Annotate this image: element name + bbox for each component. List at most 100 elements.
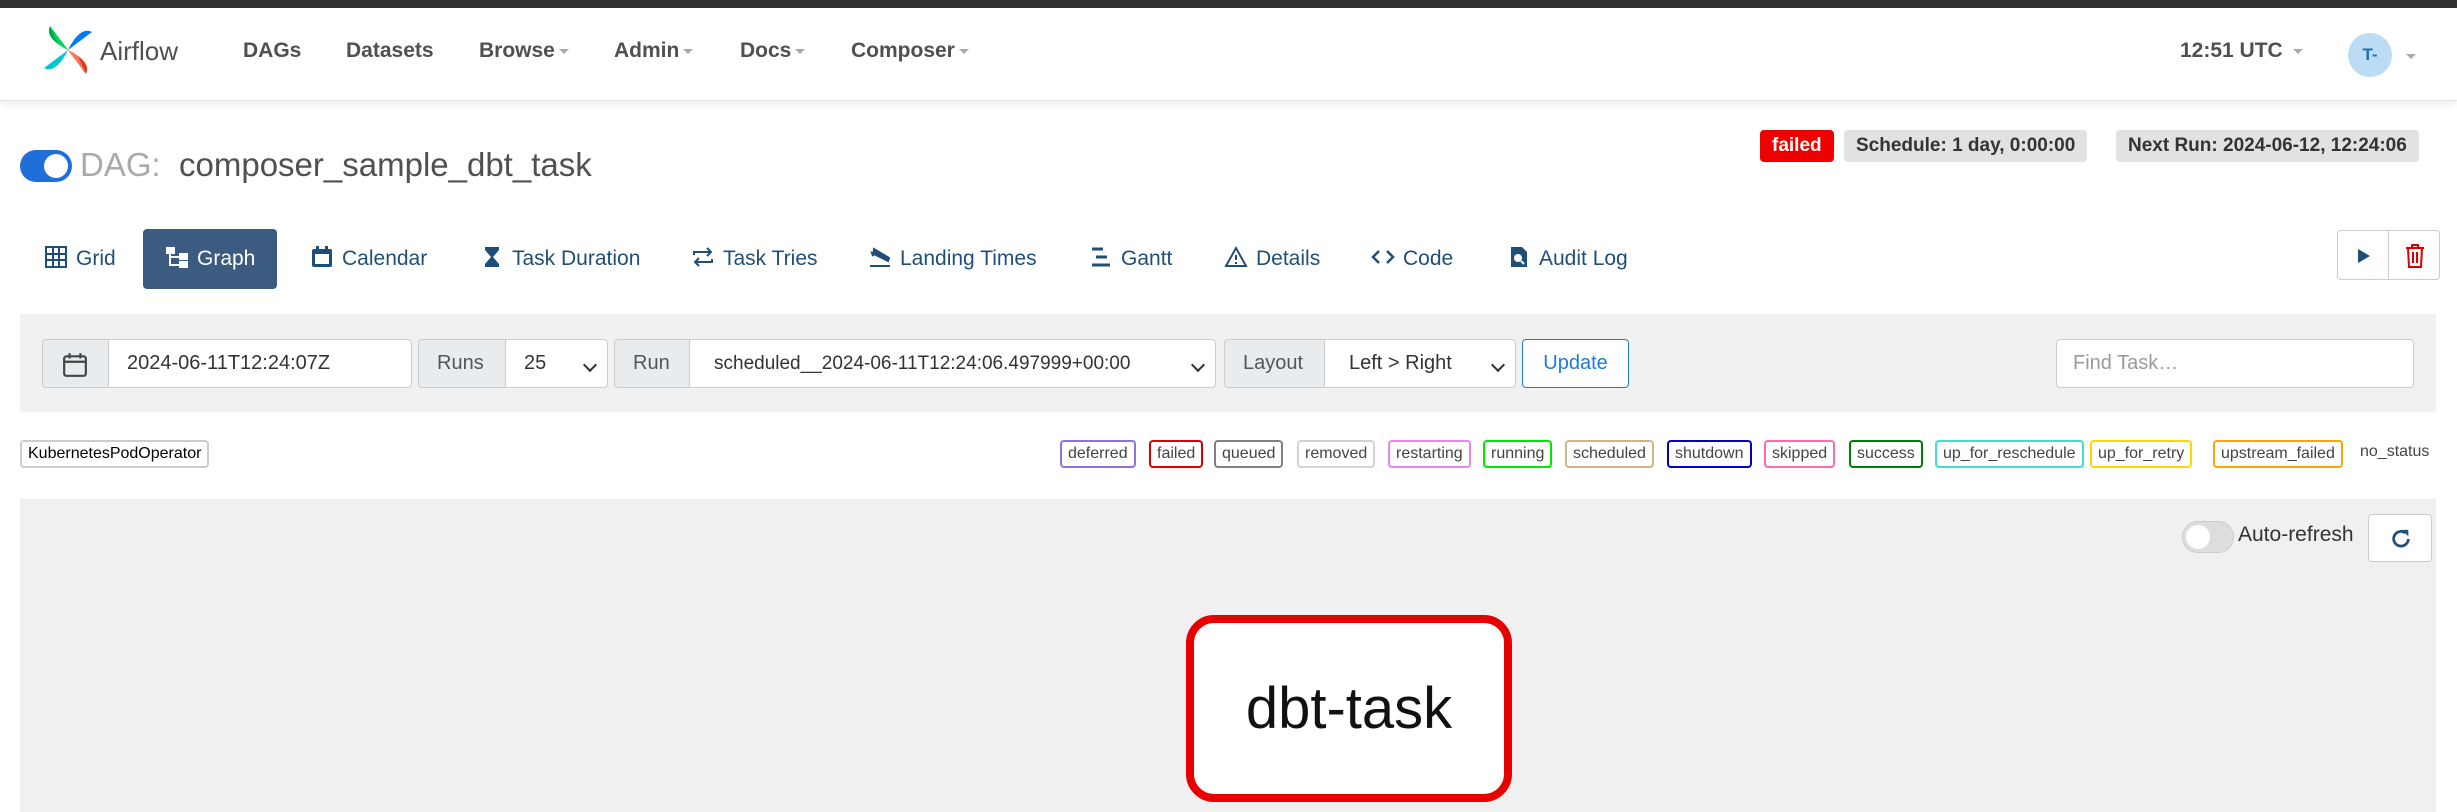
tab-landing-times[interactable]: Landing Times — [868, 229, 1037, 289]
nav-browse[interactable]: Browse — [479, 39, 569, 63]
tab-task-tries-label: Task Tries — [723, 247, 818, 270]
repeat-icon — [693, 247, 713, 268]
runs-select[interactable]: 25 — [505, 339, 608, 388]
nav-admin-label: Admin — [614, 39, 680, 62]
legend-item-scheduled[interactable]: scheduled — [1565, 440, 1654, 468]
tab-grid[interactable]: Grid — [44, 229, 116, 289]
legend-item-shutdown[interactable]: shutdown — [1667, 440, 1752, 468]
tab-calendar-label: Calendar — [342, 247, 428, 270]
file-search-icon — [1511, 247, 1527, 268]
tab-audit-log[interactable]: Audit Log — [1507, 229, 1628, 289]
gantt-icon — [1092, 247, 1110, 267]
chevron-down-icon — [582, 357, 598, 373]
legend-item-up-for-retry[interactable]: up_for_retry — [2090, 440, 2193, 468]
tab-landing-times-label: Landing Times — [900, 247, 1037, 270]
legend-item-running[interactable]: running — [1483, 440, 1553, 468]
nav-docs[interactable]: Docs — [740, 39, 806, 63]
runs-value: 25 — [524, 352, 547, 374]
nav-docs-label: Docs — [740, 39, 792, 62]
top-strip — [0, 0, 2457, 8]
tab-graph-label: Graph — [197, 247, 256, 270]
calendar-icon — [63, 353, 87, 377]
run-value: scheduled__2024-06-11T12:24:06.497999+00… — [714, 353, 1131, 374]
schedule-badge: Schedule: 1 day, 0:00:00 — [1844, 130, 2088, 162]
nav-composer[interactable]: Composer — [851, 39, 969, 63]
run-select[interactable]: scheduled__2024-06-11T12:24:06.497999+00… — [689, 339, 1216, 388]
trigger-dag-button[interactable] — [2337, 230, 2389, 280]
chevron-down-icon — [958, 48, 969, 54]
refresh-button[interactable] — [2368, 514, 2432, 562]
legend-item-skipped[interactable]: skipped — [1764, 440, 1836, 468]
legend-item-removed[interactable]: removed — [1297, 440, 1376, 468]
tab-calendar[interactable]: Calendar — [310, 229, 427, 289]
clock-label: 12:51 UTC — [2180, 39, 2283, 62]
tab-grid-label: Grid — [76, 247, 116, 270]
next-run-badge: Next Run: 2024-06-12, 12:24:06 — [2116, 130, 2419, 162]
nav-dags[interactable]: DAGs — [243, 39, 301, 63]
tab-gantt-label: Gantt — [1121, 247, 1173, 270]
utc-clock[interactable]: 12:51 UTC — [2180, 39, 2303, 63]
date-picker-button[interactable] — [42, 339, 109, 388]
legend-item-upstream-failed[interactable]: upstream_failed — [2213, 440, 2343, 468]
dag-pause-toggle[interactable] — [20, 150, 72, 182]
nav-datasets[interactable]: Datasets — [346, 39, 434, 63]
chevron-down-icon — [2292, 48, 2303, 54]
chevron-down-icon — [683, 48, 694, 54]
trash-icon — [2406, 244, 2424, 268]
hourglass-icon — [485, 247, 499, 268]
legend-item-up-for-reschedule[interactable]: up_for_reschedule — [1935, 440, 2084, 468]
layout-select[interactable]: Left > Right — [1324, 339, 1516, 388]
tab-graph[interactable]: Graph — [143, 229, 278, 289]
plane-landing-icon — [870, 247, 891, 268]
legend-no-status: no_status — [2360, 443, 2430, 460]
nav-composer-label: Composer — [851, 39, 955, 62]
tab-task-tries[interactable]: Task Tries — [691, 229, 818, 289]
legend-item-deferred[interactable]: deferred — [1060, 440, 1136, 468]
dag-prefix: DAG: — [80, 146, 161, 183]
warning-triangle-icon — [1224, 246, 1248, 268]
dag-title: composer_sample_dbt_task — [179, 146, 592, 183]
tab-code[interactable]: Code — [1371, 229, 1453, 289]
refresh-icon — [2392, 529, 2410, 548]
grid-icon — [45, 246, 67, 269]
runs-label: Runs — [418, 339, 506, 388]
chevron-down-icon — [558, 48, 569, 54]
chevron-down-icon — [795, 48, 806, 54]
chevron-down-icon — [1490, 357, 1506, 373]
tab-task-duration[interactable]: Task Duration — [480, 229, 640, 289]
base-date-input[interactable] — [108, 339, 412, 388]
graph-icon — [166, 247, 188, 269]
layout-label: Layout — [1224, 339, 1325, 388]
tab-details[interactable]: Details — [1224, 229, 1320, 289]
run-label: Run — [614, 339, 690, 388]
delete-dag-button[interactable] — [2388, 230, 2440, 280]
nav-admin[interactable]: Admin — [614, 39, 694, 63]
play-icon — [2358, 249, 2370, 263]
tab-code-label: Code — [1403, 247, 1454, 270]
brand-name[interactable]: Airflow — [100, 36, 178, 67]
tab-audit-log-label: Audit Log — [1539, 247, 1628, 270]
code-icon — [1371, 250, 1395, 265]
calendar-icon — [312, 246, 332, 268]
user-menu-chevron-icon[interactable] — [2406, 54, 2416, 59]
update-button[interactable]: Update — [1522, 339, 1629, 388]
user-avatar[interactable]: T- — [2348, 33, 2392, 77]
find-task-input[interactable] — [2056, 339, 2414, 388]
tab-gantt[interactable]: Gantt — [1089, 229, 1172, 289]
auto-refresh-label: Auto-refresh — [2238, 523, 2354, 546]
chevron-down-icon — [1190, 357, 1206, 373]
operator-tag[interactable]: KubernetesPodOperator — [20, 440, 210, 468]
tab-task-duration-label: Task Duration — [512, 247, 641, 270]
auto-refresh-toggle[interactable] — [2182, 521, 2234, 553]
task-node-dbt-task[interactable]: dbt-task — [1186, 615, 1512, 802]
legend-item-restarting[interactable]: restarting — [1388, 440, 1471, 468]
dag-status-badge: failed — [1760, 130, 1834, 162]
tab-details-label: Details — [1256, 247, 1321, 270]
layout-value: Left > Right — [1349, 352, 1452, 374]
airflow-logo[interactable] — [40, 22, 96, 78]
legend-item-queued[interactable]: queued — [1214, 440, 1284, 468]
nav-browse-label: Browse — [479, 39, 555, 62]
legend-item-success[interactable]: success — [1849, 440, 1923, 468]
navbar: Airflow DAGs Datasets Browse Admin Docs … — [0, 8, 2457, 101]
legend-item-failed[interactable]: failed — [1149, 440, 1204, 468]
